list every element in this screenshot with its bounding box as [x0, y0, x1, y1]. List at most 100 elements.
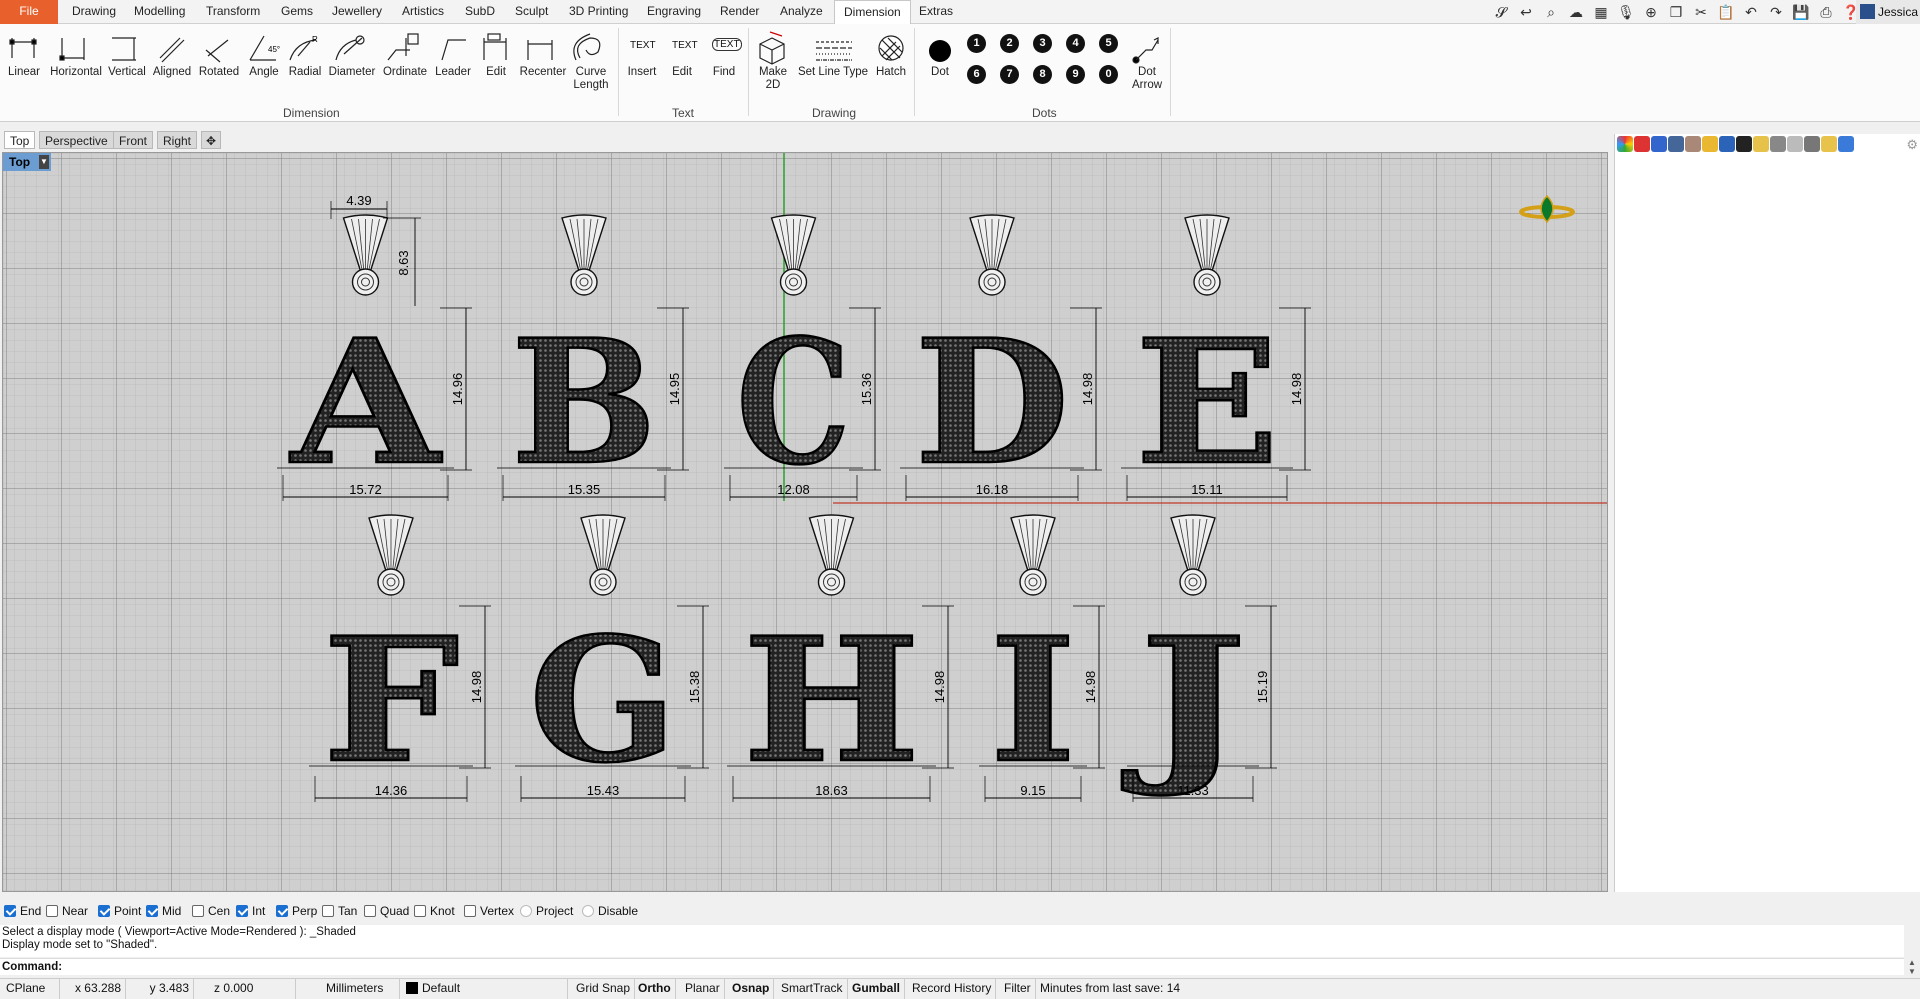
ortho-toggle[interactable]: Ortho: [634, 979, 676, 999]
dot-8-button[interactable]: 8: [1033, 65, 1052, 84]
menu-render[interactable]: Render: [720, 0, 759, 24]
dot-button[interactable]: Dot: [922, 66, 958, 79]
zoom-in-icon[interactable]: ⊕: [1642, 3, 1660, 21]
tab-front[interactable]: Front: [113, 131, 154, 149]
dot-6-button[interactable]: 6: [967, 65, 986, 84]
microphone-icon[interactable]: 🎙: [1617, 3, 1635, 21]
osnap-checkbox[interactable]: [414, 905, 426, 917]
osnap-end[interactable]: End: [4, 903, 41, 919]
osnap-checkbox[interactable]: [276, 905, 288, 917]
menu-analyze[interactable]: Analyze: [780, 0, 823, 24]
insert-button[interactable]: Insert: [622, 66, 662, 79]
dot-4-button[interactable]: 4: [1066, 34, 1085, 53]
save-icon[interactable]: 💾: [1792, 3, 1810, 21]
curve-icon[interactable]: ↩: [1517, 3, 1535, 21]
menu-extras[interactable]: Extras: [919, 0, 953, 24]
osnap-checkbox[interactable]: [236, 905, 248, 917]
layers-icon[interactable]: [1668, 136, 1684, 152]
print-icon[interactable]: ⎙: [1817, 3, 1835, 21]
paste-icon[interactable]: 📋: [1717, 3, 1735, 21]
dot-3-button[interactable]: 3: [1033, 34, 1052, 53]
osnap-checkbox[interactable]: [464, 905, 476, 917]
ordinate-button[interactable]: Ordinate: [380, 66, 430, 79]
record-history-toggle[interactable]: Record History: [908, 979, 997, 999]
dot-arrow-button[interactable]: Dot Arrow: [1130, 66, 1164, 92]
cplane-indicator[interactable]: CPlane: [2, 979, 60, 999]
planar-toggle[interactable]: Planar: [681, 979, 725, 999]
copy-icon[interactable]: ❐: [1667, 3, 1685, 21]
diameter-button[interactable]: Diameter: [326, 66, 378, 79]
search-icon[interactable]: ⌕: [1542, 3, 1560, 21]
dot-1-button[interactable]: 1: [967, 34, 986, 53]
osnap-checkbox[interactable]: [364, 905, 376, 917]
menu-3d-printing[interactable]: 3D Printing: [569, 0, 628, 24]
menu-file[interactable]: File: [0, 0, 58, 24]
aligned-button[interactable]: Aligned: [150, 66, 194, 79]
menu-artistics[interactable]: Artistics: [402, 0, 444, 24]
rotated-button[interactable]: Rotated: [196, 66, 242, 79]
osnap-disable[interactable]: Disable: [582, 903, 638, 919]
dot-7-button[interactable]: 7: [1000, 65, 1019, 84]
properties-icon[interactable]: [1719, 136, 1735, 152]
render-icon[interactable]: [1736, 136, 1752, 152]
color-icon[interactable]: [1617, 136, 1633, 152]
angle-button[interactable]: Angle: [244, 66, 284, 79]
dot-0-button[interactable]: 0: [1099, 65, 1118, 84]
dim-edit-button[interactable]: Edit: [478, 66, 514, 79]
osnap-point[interactable]: Point: [98, 903, 141, 919]
smarttrack-toggle[interactable]: SmartTrack: [777, 979, 848, 999]
menu-engraving[interactable]: Engraving: [647, 0, 701, 24]
make-2d-button[interactable]: Make 2D: [754, 66, 792, 92]
recenter-button[interactable]: Recenter: [516, 66, 570, 79]
menu-drawing[interactable]: Drawing: [72, 0, 116, 24]
command-line[interactable]: Command:: [0, 958, 1904, 975]
panel-settings-icon[interactable]: ⚙: [1906, 137, 1918, 153]
osnap-near[interactable]: Near: [46, 903, 88, 919]
display-icon[interactable]: [1804, 136, 1820, 152]
tab-top[interactable]: Top: [4, 131, 36, 149]
grid-snap-toggle[interactable]: Grid Snap: [572, 979, 636, 999]
osnap-checkbox[interactable]: [46, 905, 58, 917]
osnap-checkbox[interactable]: [322, 905, 334, 917]
text-edit-button[interactable]: Edit: [664, 66, 700, 79]
osnap-checkbox[interactable]: [4, 905, 16, 917]
dot-9-button[interactable]: 9: [1066, 65, 1085, 84]
clapper-icon[interactable]: ▦: [1592, 3, 1610, 21]
menu-gems[interactable]: Gems: [281, 0, 313, 24]
horizontal-button[interactable]: Horizontal: [46, 66, 106, 79]
undo-icon[interactable]: ↶: [1742, 3, 1760, 21]
radial-button[interactable]: Radial: [284, 66, 326, 79]
user-account[interactable]: Jessica: [1856, 0, 1920, 24]
cloud-icon[interactable]: ☁: [1567, 3, 1585, 21]
osnap-tan[interactable]: Tan: [322, 903, 357, 919]
osnap-checkbox[interactable]: [192, 905, 204, 917]
viewport-menu-icon[interactable]: ▼: [39, 155, 49, 169]
menu-transform[interactable]: Transform: [206, 0, 260, 24]
osnap-project[interactable]: Project: [520, 903, 573, 919]
command-input[interactable]: [65, 961, 1866, 973]
viewport-top[interactable]: ABCDE FGHIJ 15.72 14.96 15.35 14.95 12.08 15.3…: [2, 152, 1608, 892]
gumball-toggle[interactable]: Gumball: [848, 979, 906, 999]
find-button[interactable]: Find: [704, 66, 744, 79]
osnap-checkbox[interactable]: [582, 905, 594, 917]
menu-sculpt[interactable]: Sculpt: [515, 0, 548, 24]
menu-dimension[interactable]: Dimension: [834, 0, 911, 25]
tab-perspective[interactable]: Perspective: [39, 131, 114, 149]
viewport-label[interactable]: Top ▼: [3, 153, 51, 171]
light-icon[interactable]: [1753, 136, 1769, 152]
cut-icon[interactable]: ✂: [1692, 3, 1710, 21]
rhino-logo-icon[interactable]: 𝓢: [1492, 3, 1510, 21]
set-line-type-button[interactable]: Set Line Type: [796, 66, 870, 79]
folder-icon[interactable]: [1702, 136, 1718, 152]
osnap-checkbox[interactable]: [146, 905, 158, 917]
menu-modelling[interactable]: Modelling: [134, 0, 185, 24]
menu-subd[interactable]: SubD: [465, 0, 495, 24]
pen-icon[interactable]: [1685, 136, 1701, 152]
units-indicator[interactable]: Millimeters: [322, 979, 400, 999]
osnap-toggle[interactable]: Osnap: [728, 979, 775, 999]
dot-2-button[interactable]: 2: [1000, 34, 1019, 53]
clock-icon[interactable]: [1787, 136, 1803, 152]
osnap-quad[interactable]: Quad: [364, 903, 409, 919]
curve-length-button[interactable]: Curve Length: [568, 66, 614, 92]
viewport-canvas[interactable]: A B C D E F G H I J 15.72 14.96 15.35 14.95 12.08 15.3…: [3, 153, 1608, 892]
